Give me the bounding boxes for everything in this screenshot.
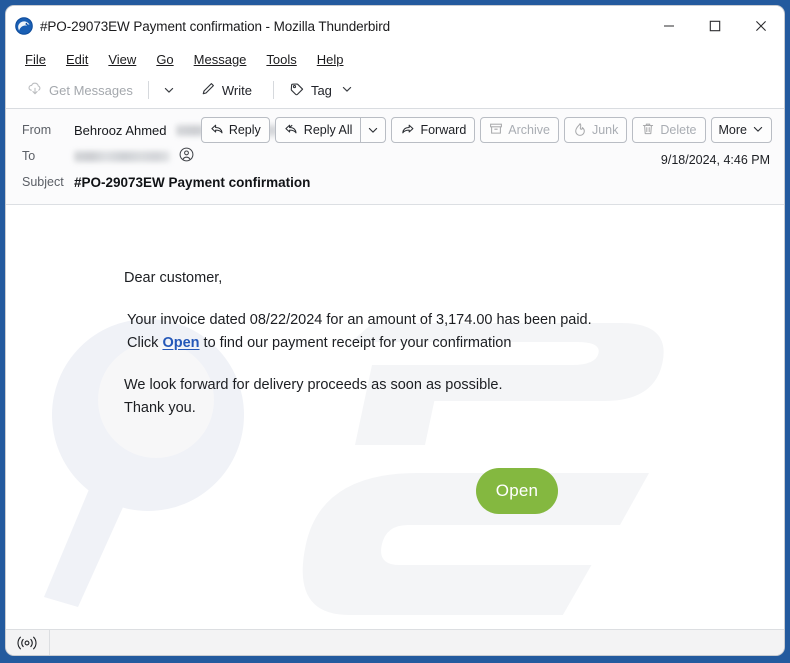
menu-go-label: Go <box>156 51 174 67</box>
thank-you-line: Thank you. <box>124 399 196 416</box>
minimize-icon[interactable] <box>646 6 692 46</box>
menu-view-label: View <box>108 51 137 67</box>
greeting-line: Dear customer, <box>124 270 223 286</box>
menu-item-message[interactable]: Message <box>185 50 256 69</box>
menu-item-file[interactable]: File <box>16 50 55 69</box>
body-blank-1 <box>124 289 784 309</box>
message-header: From Behrooz Ahmed To Subject #PO-29073E… <box>6 109 784 205</box>
closing-line: We look forward for delivery proceeds as… <box>124 377 503 394</box>
thunderbird-window: #PO-29073EW Payment confirmation - Mozil… <box>6 6 784 655</box>
archive-label: Archive <box>508 123 550 137</box>
reply-all-icon <box>284 122 299 139</box>
menu-file-label: File <box>25 51 46 67</box>
window-title: #PO-29073EW Payment confirmation - Mozil… <box>40 18 391 34</box>
message-timestamp: 9/18/2024, 4:46 PM <box>660 153 770 167</box>
delete-button[interactable]: Delete <box>632 117 706 143</box>
email-content: Dear customer, Your invoice dated 08/22/… <box>6 205 784 515</box>
menu-bar: File Edit View Go Message Tools Help <box>6 46 784 72</box>
message-body: risk.com Dear customer, Your invoice dat… <box>6 205 784 629</box>
menu-item-help[interactable]: Help <box>308 50 353 69</box>
menu-item-go[interactable]: Go <box>147 50 182 69</box>
forward-button[interactable]: Forward <box>391 117 476 143</box>
from-sender-name: Behrooz Ahmed <box>74 122 167 138</box>
thunderbird-icon <box>15 17 33 35</box>
tag-icon <box>289 81 305 100</box>
from-label: From <box>22 123 52 137</box>
write-label: Write <box>221 82 252 98</box>
close-icon[interactable] <box>738 6 784 46</box>
write-button[interactable]: Write <box>193 77 259 104</box>
status-bar <box>6 629 784 655</box>
get-messages-label: Get Messages <box>49 82 133 98</box>
more-chevron-down-icon <box>752 123 764 138</box>
junk-button[interactable]: Junk <box>563 117 628 143</box>
pencil-icon <box>200 81 216 100</box>
open-button-container: Open <box>124 468 784 515</box>
trash-icon <box>641 122 655 139</box>
menu-edit-label: Edit <box>65 51 89 67</box>
get-messages-button[interactable]: Get Messages <box>20 77 140 104</box>
junk-flame-icon <box>573 122 587 139</box>
reply-button[interactable]: Reply <box>200 117 270 143</box>
message-actions-area: Reply Reply All Forward Archive Junk Del… <box>200 117 772 167</box>
tag-label: Tag <box>310 82 332 98</box>
more-label: More <box>718 123 747 137</box>
menu-tools-label: Tools <box>266 51 297 67</box>
menu-item-tools[interactable]: Tools <box>257 50 305 69</box>
app-root: #PO-29073EW Payment confirmation - Mozil… <box>0 0 790 663</box>
to-label: To <box>22 149 36 163</box>
reply-all-label: Reply All <box>303 123 353 137</box>
more-button[interactable]: More <box>710 117 772 143</box>
click-prefix: Click <box>127 334 163 351</box>
forward-label: Forward <box>420 123 467 137</box>
menu-message-label: Message <box>193 51 247 67</box>
reply-icon <box>210 122 224 139</box>
subject-value: #PO-29073EW Payment confirmation <box>74 174 311 190</box>
menu-item-view[interactable]: View <box>99 50 145 69</box>
cloud-download-icon <box>27 81 43 100</box>
reply-all-dropdown-chevron-down-icon[interactable] <box>360 117 387 143</box>
delete-label: Delete <box>660 123 697 137</box>
subject-label: Subject <box>22 175 64 189</box>
to-address-redacted <box>74 150 170 162</box>
click-suffix: to find our payment receipt for your con… <box>199 334 512 351</box>
status-divider <box>49 629 50 655</box>
window-controls <box>646 6 784 46</box>
maximize-icon[interactable] <box>692 6 738 46</box>
toolbar-separator-2 <box>272 81 274 99</box>
body-blank-2 <box>124 354 784 374</box>
menu-help-label: Help <box>316 51 344 67</box>
to-contact-circle-icon[interactable] <box>179 147 194 165</box>
title-bar: #PO-29073EW Payment confirmation - Mozil… <box>6 6 784 46</box>
message-action-bar: Reply Reply All Forward Archive Junk Del… <box>200 117 772 143</box>
subject-row: Subject #PO-29073EW Payment confirmation <box>22 169 774 195</box>
reply-label: Reply <box>228 123 261 137</box>
menu-item-edit[interactable]: Edit <box>57 50 97 69</box>
broadcast-signal-icon[interactable] <box>17 636 37 650</box>
toolbar-separator-1 <box>147 81 149 99</box>
tag-button[interactable]: Tag <box>282 77 360 104</box>
click-open-line: Click Open to find our payment receipt f… <box>124 332 784 354</box>
junk-label: Junk <box>591 123 619 137</box>
get-messages-dropdown[interactable] <box>157 80 181 100</box>
open-inline-link[interactable]: Open <box>162 335 199 351</box>
reply-all-button[interactable]: Reply All <box>274 117 362 143</box>
tag-dropdown-chevron-down-icon[interactable] <box>341 83 353 98</box>
to-value[interactable] <box>74 147 194 165</box>
invoice-line: Your invoice dated 08/22/2024 for an amo… <box>127 312 592 329</box>
main-toolbar: Get Messages Write Tag <box>6 72 784 109</box>
archive-button[interactable]: Archive <box>480 117 559 143</box>
forward-icon <box>400 122 415 139</box>
archive-box-icon <box>489 122 503 139</box>
open-button[interactable]: Open <box>476 468 558 515</box>
